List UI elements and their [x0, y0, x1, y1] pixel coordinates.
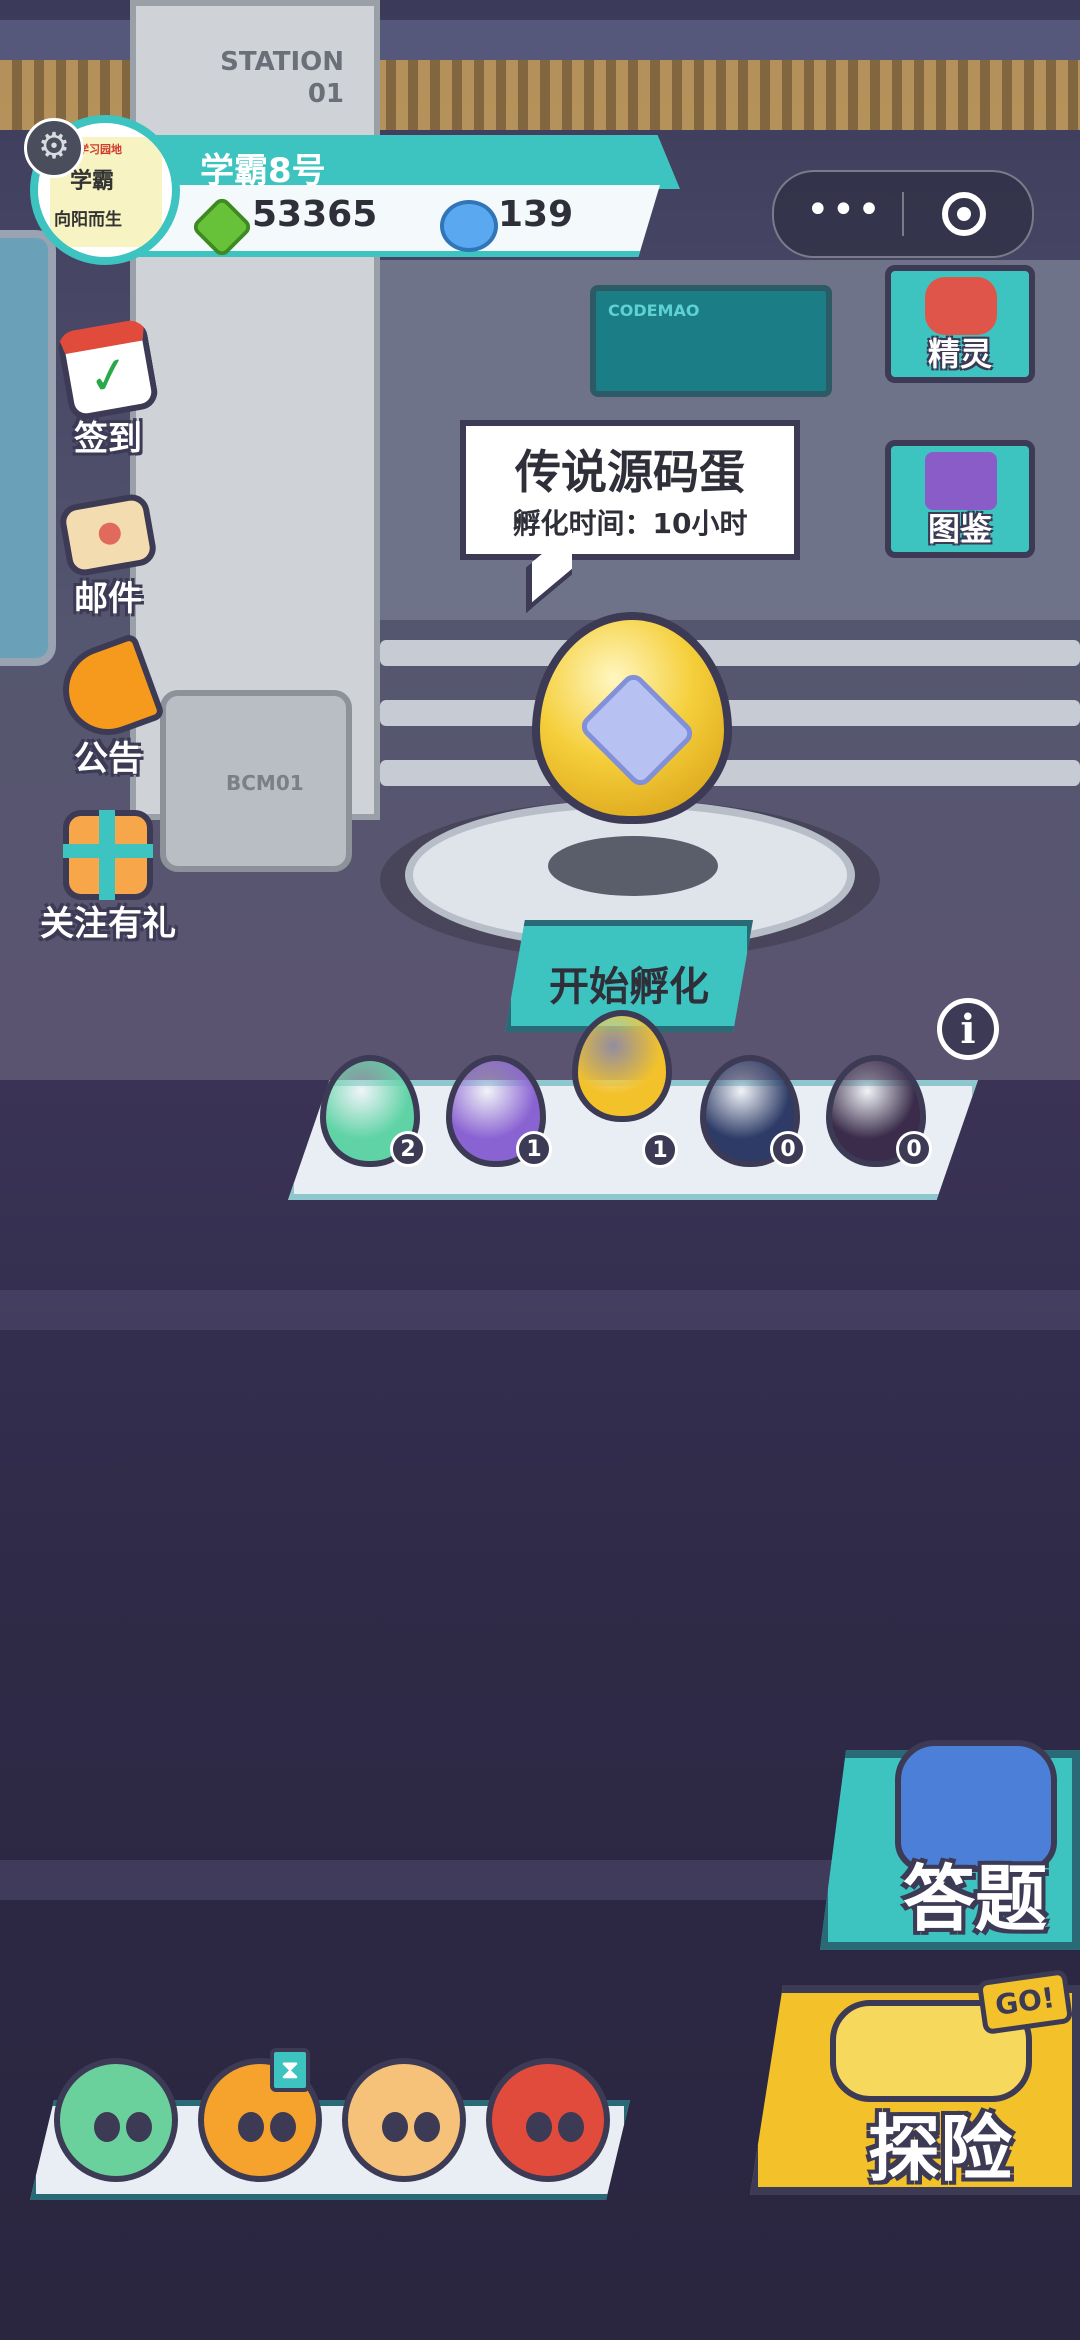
- codex-button[interactable]: 图鉴: [885, 440, 1035, 558]
- follow-gift-button[interactable]: 关注有礼: [28, 810, 178, 960]
- pet-eye: [414, 2112, 440, 2142]
- more-menu-icon[interactable]: •••: [806, 190, 882, 234]
- avatar-caption-mid: 学霸: [70, 169, 115, 194]
- gem-count: 53365: [252, 194, 378, 235]
- egg-count-badge: 1: [642, 1132, 678, 1168]
- miniprogram-capsule: •••: [772, 170, 1034, 258]
- book-icon: [925, 452, 997, 510]
- notice-label: 公告: [74, 739, 142, 779]
- explore-label: 探险: [867, 2107, 1012, 2191]
- egg-count-badge: 1: [516, 1131, 552, 1167]
- pet-eye: [94, 2112, 120, 2142]
- egg-name: 传说源码蛋: [515, 445, 745, 499]
- wall-rail: [380, 640, 1080, 666]
- pet-eye: [126, 2112, 152, 2142]
- info-icon[interactable]: i: [937, 998, 999, 1060]
- egg-info-bubble: 传说源码蛋 孵化时间：10小时: [460, 420, 800, 560]
- settings-gear-icon[interactable]: ⚙: [24, 118, 84, 178]
- station-label: STATION 01: [220, 47, 344, 109]
- candy-icon: [440, 200, 498, 252]
- player-nickname: 学霸8号: [200, 151, 326, 191]
- hourglass-icon: ⧗: [270, 2048, 310, 2092]
- notice-button[interactable]: 公告: [28, 632, 178, 795]
- gift-box-icon: [63, 810, 153, 900]
- egg-hatch-time: 孵化时间：10小时: [512, 507, 748, 540]
- egg-count-badge: 2: [390, 1131, 426, 1167]
- capsule-divider: [902, 192, 904, 236]
- pet-eye: [558, 2112, 584, 2142]
- checkin-label: 签到: [74, 419, 142, 459]
- pet-eye: [270, 2112, 296, 2142]
- avatar-caption-bottom: 向阳而生: [54, 210, 122, 230]
- fox-face-icon: [925, 277, 997, 335]
- fox-pet[interactable]: [342, 2058, 466, 2182]
- floor-stripe: [0, 1290, 1080, 1330]
- calendar-icon: ✓: [55, 317, 161, 423]
- close-miniprogram-icon[interactable]: [942, 192, 986, 236]
- locker-label: BCM01: [226, 771, 304, 795]
- pet-eye: [238, 2112, 264, 2142]
- answer-label: 答题: [902, 1857, 1047, 1941]
- pet-eye: [526, 2112, 552, 2142]
- egg-count-badge: 0: [896, 1131, 932, 1167]
- codex-label: 图鉴: [927, 510, 992, 548]
- screen-label: CODEMAO: [608, 301, 700, 320]
- checkin-button[interactable]: ✓ 签到: [28, 317, 178, 475]
- green-dino-pet[interactable]: [54, 2058, 178, 2182]
- avatar-caption-top: 学习园地: [78, 143, 122, 156]
- penguin-pet[interactable]: [486, 2058, 610, 2182]
- wall-rail: [380, 760, 1080, 786]
- pet-eye: [382, 2112, 408, 2142]
- mail-label: 邮件: [74, 579, 142, 619]
- start-hatch-label: 开始孵化: [549, 964, 709, 1010]
- wall-screen: CODEMAO: [590, 285, 832, 397]
- mail-button[interactable]: 邮件: [28, 485, 178, 635]
- candy-count: 139: [498, 194, 574, 235]
- pets-button[interactable]: 精灵: [885, 265, 1035, 383]
- envelope-icon: [57, 491, 159, 579]
- follow-gift-label: 关注有礼: [40, 904, 176, 944]
- pets-label: 精灵: [927, 335, 992, 373]
- station-locker: BCM01: [160, 690, 352, 872]
- egg-count-badge: 0: [770, 1131, 806, 1167]
